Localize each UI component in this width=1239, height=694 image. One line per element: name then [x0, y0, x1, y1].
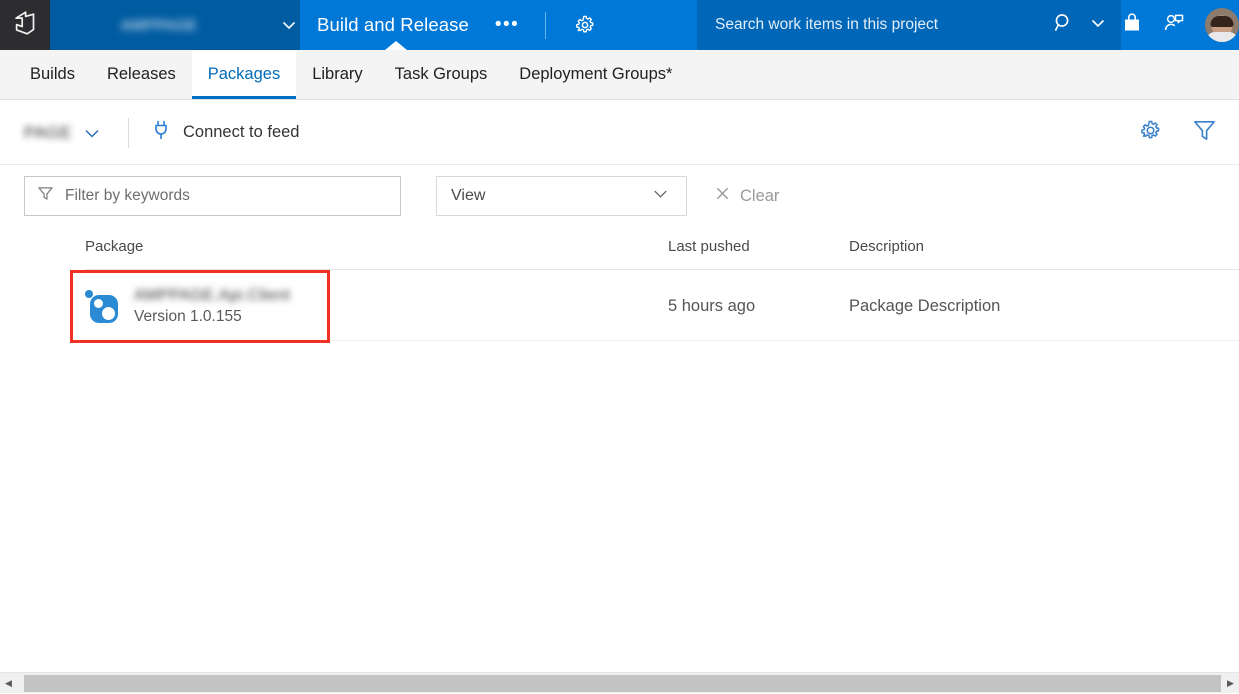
connect-to-feed-label: Connect to feed [183, 123, 300, 142]
feed-name: PAGE [24, 123, 72, 143]
hub-tab-strip: Builds Releases Packages Library Task Gr… [0, 50, 1239, 100]
toolbar-divider [128, 118, 129, 148]
view-dropdown-value: View [451, 187, 651, 205]
close-icon [714, 185, 731, 207]
user-avatar[interactable] [1205, 8, 1239, 42]
tab-label: Releases [107, 65, 176, 84]
clear-filters-button[interactable]: Clear [714, 185, 779, 207]
filter-row: Filter by keywords View Clear [24, 176, 779, 216]
gear-icon[interactable] [574, 14, 596, 36]
column-header-description[interactable]: Description [849, 238, 924, 255]
search-icon[interactable] [1053, 12, 1075, 39]
package-cell[interactable]: AMPPAGE.Api.Client Version 1.0.155 [85, 271, 290, 341]
tab-label: Task Groups [395, 65, 488, 84]
top-header-bar: AMPPAGE Build and Release ••• Search wor… [0, 0, 1239, 50]
tab-deployment-groups[interactable]: Deployment Groups* [503, 50, 688, 99]
package-icon-dot [85, 290, 93, 298]
tab-packages[interactable]: Packages [192, 50, 296, 99]
nuget-package-icon [85, 289, 119, 323]
package-name[interactable]: AMPPAGE.Api.Client [134, 287, 290, 305]
tab-library[interactable]: Library [296, 50, 378, 99]
connect-to-feed-button[interactable]: Connect to feed [151, 119, 300, 146]
project-selector[interactable]: AMPPAGE [50, 0, 300, 50]
chevron-down-icon[interactable] [651, 184, 670, 208]
project-name: AMPPAGE [68, 17, 278, 34]
search-input-placeholder: Filter by keywords [65, 187, 190, 205]
packages-table-header: Package Last pushed Description [85, 238, 1239, 270]
chevron-right-icon[interactable]: ▶ [1222, 673, 1239, 694]
avatar-shirt [1206, 32, 1238, 42]
feed-chevron-down-icon[interactable] [82, 123, 102, 143]
header-actions [1121, 0, 1239, 50]
feed-settings-gear-icon[interactable] [1139, 119, 1162, 147]
hub-divider [545, 12, 546, 39]
tab-label: Packages [208, 65, 280, 84]
search-input[interactable]: Filter by keywords [24, 176, 401, 216]
shopping-bag-icon[interactable] [1121, 12, 1143, 39]
feed-filter-funnel-icon[interactable] [1192, 118, 1217, 148]
scrollbar-track[interactable] [17, 673, 1222, 694]
scrollbar-thumb[interactable] [24, 675, 1221, 692]
package-icon-circle-small [94, 299, 103, 308]
chevron-down-icon[interactable] [278, 14, 300, 36]
tab-releases[interactable]: Releases [91, 50, 192, 99]
hub-section: Build and Release ••• [300, 0, 697, 50]
search-chevron-down-icon[interactable] [1089, 14, 1107, 37]
tab-task-groups[interactable]: Task Groups [379, 50, 504, 99]
plug-icon [151, 119, 171, 146]
chevron-left-icon[interactable]: ◀ [0, 673, 17, 694]
column-header-last-pushed[interactable]: Last pushed [668, 238, 750, 255]
azure-devops-logo-icon [12, 10, 38, 41]
add-user-icon[interactable] [1163, 12, 1185, 39]
hub-title[interactable]: Build and Release [317, 14, 469, 36]
last-pushed-value: 5 hours ago [668, 271, 755, 341]
package-icon-circle-large [102, 307, 115, 320]
table-row[interactable]: AMPPAGE.Api.Client Version 1.0.155 5 hou… [85, 271, 1239, 341]
search-box[interactable]: Search work items in this project [697, 0, 1121, 50]
feed-toolbar: PAGE Connect to feed [0, 101, 1239, 165]
tab-label: Library [312, 65, 362, 84]
tab-label: Deployment Groups* [519, 65, 672, 84]
description-value: Package Description [849, 271, 1000, 341]
funnel-icon [37, 185, 54, 207]
column-header-package[interactable]: Package [85, 238, 143, 255]
package-version: Version 1.0.155 [134, 308, 290, 326]
view-dropdown[interactable]: View [436, 176, 687, 216]
hub-active-pointer [385, 41, 407, 50]
avatar-hair [1211, 16, 1234, 27]
hub-more-button[interactable]: ••• [495, 20, 519, 30]
tab-label: Builds [30, 65, 75, 84]
search-input[interactable]: Search work items in this project [715, 16, 1053, 34]
horizontal-scrollbar[interactable]: ◀ ▶ [0, 672, 1239, 693]
tab-builds[interactable]: Builds [14, 50, 91, 99]
clear-filters-label: Clear [740, 187, 779, 206]
azure-devops-logo-button[interactable] [0, 0, 50, 50]
